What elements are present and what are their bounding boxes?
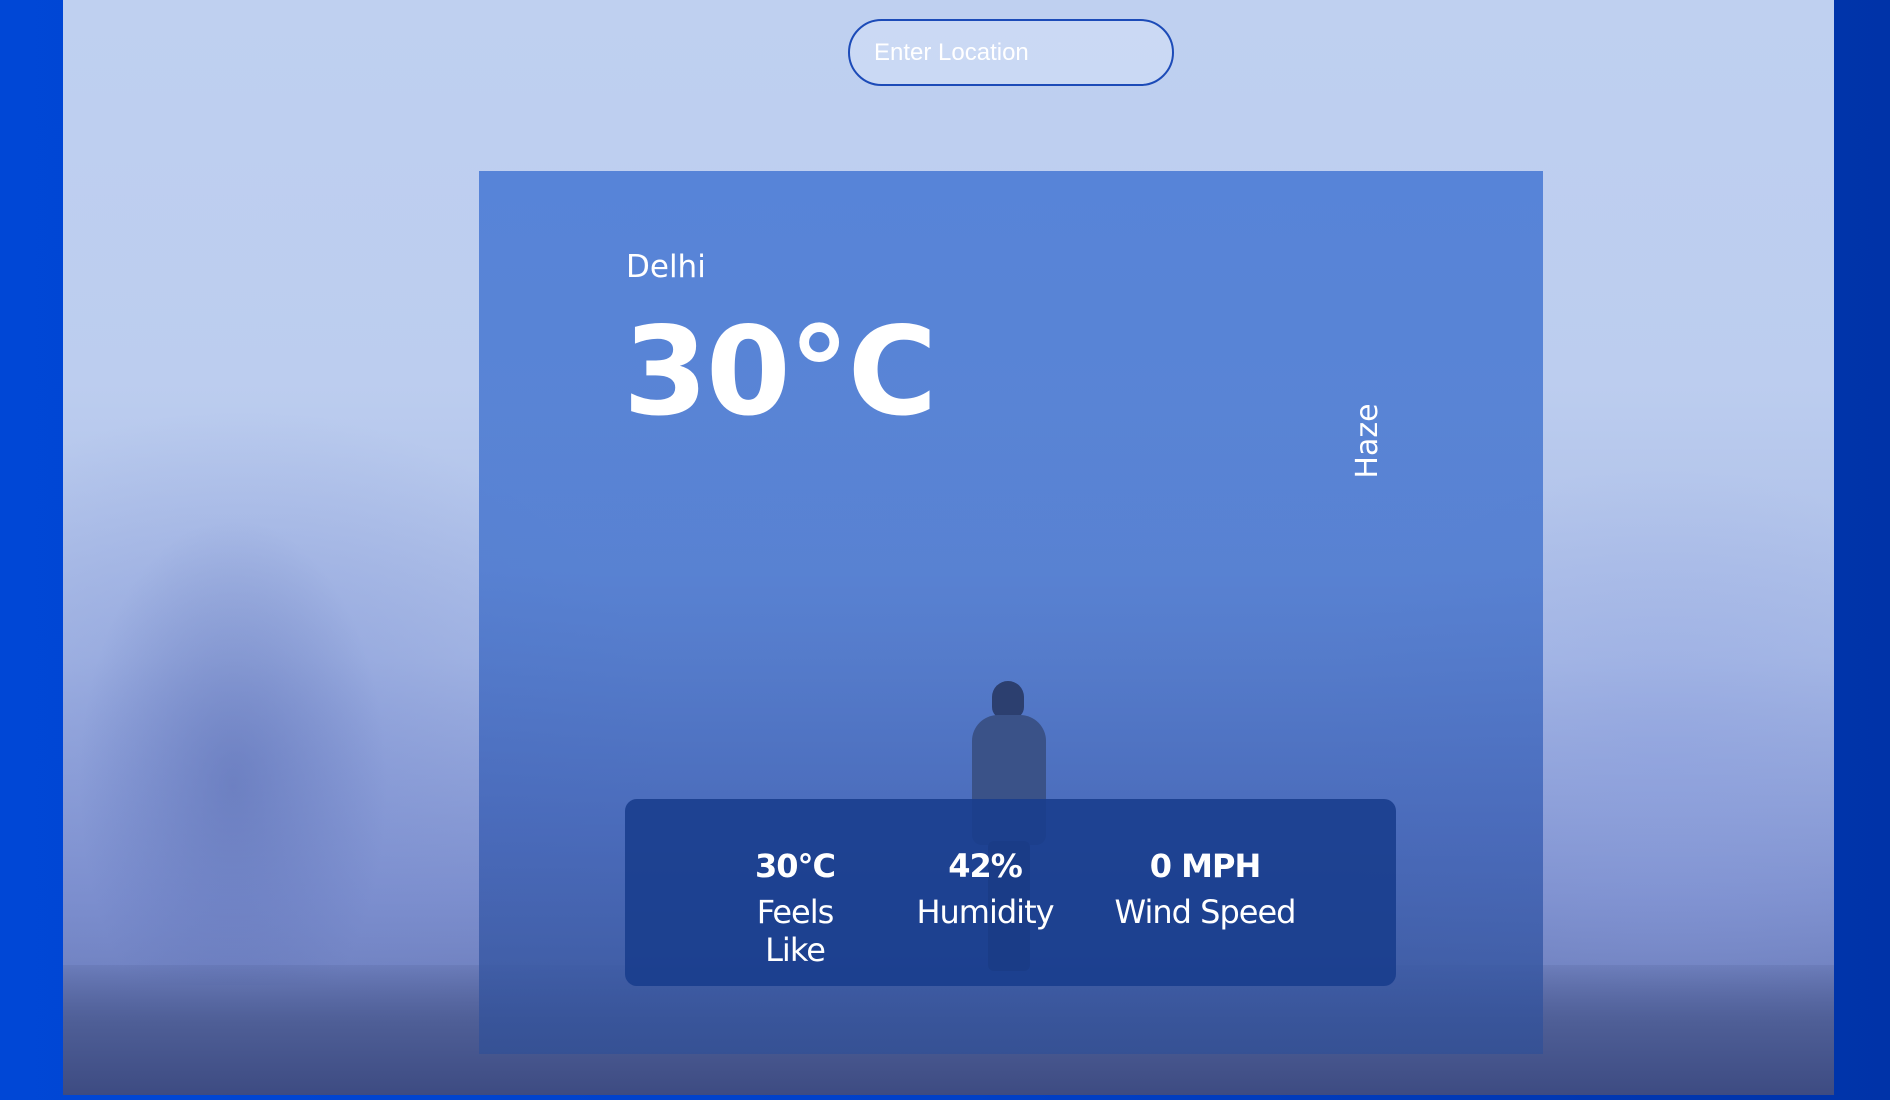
stat-label: Humidity [916, 893, 1054, 931]
location-search-input[interactable] [848, 19, 1174, 86]
app-frame: Delhi 30°C Haze 30°C Feels Like 42% Humi… [63, 0, 1834, 1095]
stat-humidity: 42% Humidity [915, 847, 1055, 931]
stat-label: Wind Speed [1114, 893, 1297, 931]
city-name: Delhi [626, 249, 706, 285]
fog-trees [63, 485, 483, 985]
stat-value: 30°C [754, 847, 836, 885]
weather-card: Delhi 30°C Haze 30°C Feels Like 42% Humi… [479, 171, 1543, 1054]
stat-wind-speed: 0 MPH Wind Speed [1105, 847, 1305, 931]
stats-panel: 30°C Feels Like 42% Humidity 0 MPH Wind … [625, 799, 1396, 986]
stat-value: 0 MPH [1149, 847, 1261, 885]
stat-value: 42% [948, 847, 1023, 885]
weather-condition: Haze [1350, 403, 1385, 479]
stat-feels-like: 30°C Feels Like [725, 847, 865, 969]
current-temperature: 30°C [623, 301, 937, 443]
stat-label: Feels Like [756, 893, 835, 969]
